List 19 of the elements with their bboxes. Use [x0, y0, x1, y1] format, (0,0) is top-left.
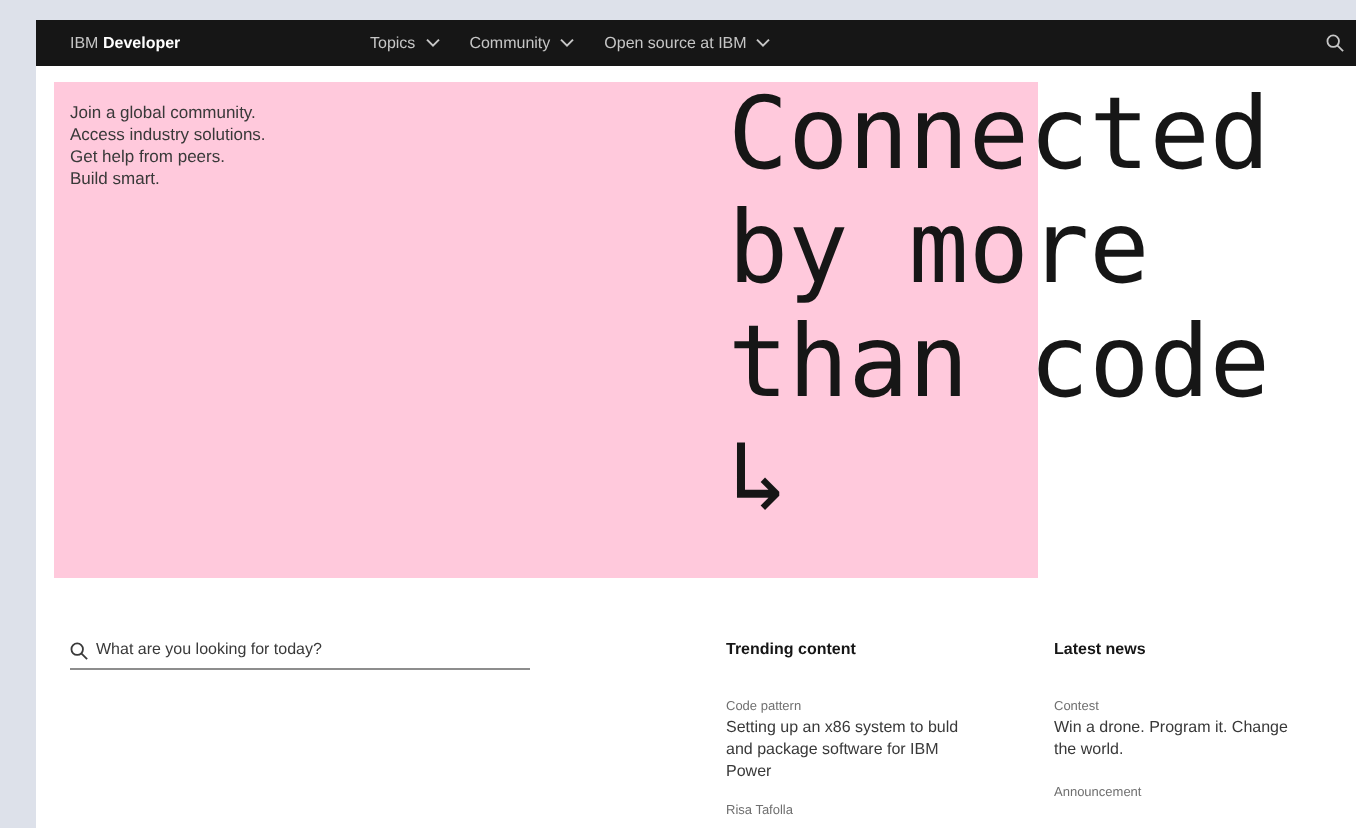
chevron-down-icon — [756, 38, 771, 48]
article-link[interactable]: Win a drone. Program it. Change the world. — [1054, 716, 1314, 760]
nav-menu[interactable]: Topics — [370, 31, 440, 55]
intro-text: Join a global community. Access industry solutions. Get help from peers. Build smart. — [70, 102, 266, 190]
search-icon[interactable] — [1326, 34, 1344, 52]
chevron-down-icon — [425, 38, 440, 48]
headline-text: Connected — [728, 78, 1270, 192]
headline-text: than code — [728, 306, 1270, 420]
headline-text: by more — [728, 192, 1150, 306]
nav-menu[interactable]: Open source at IBM — [604, 31, 771, 55]
brand-link[interactable]: IBM Developer — [70, 31, 370, 55]
nav-menu[interactable]: Community — [469, 31, 575, 55]
article-link[interactable]: Setting up an x86 system to buld and package software for IBM Power — [726, 716, 982, 782]
search-field[interactable]: What are you looking for today? — [96, 638, 496, 662]
chevron-down-icon — [560, 38, 575, 48]
section-heading: Trending content — [726, 638, 858, 662]
section-heading: Latest news — [1054, 638, 1148, 662]
headline-text: ↳ — [728, 420, 789, 534]
search-icon — [70, 641, 88, 659]
